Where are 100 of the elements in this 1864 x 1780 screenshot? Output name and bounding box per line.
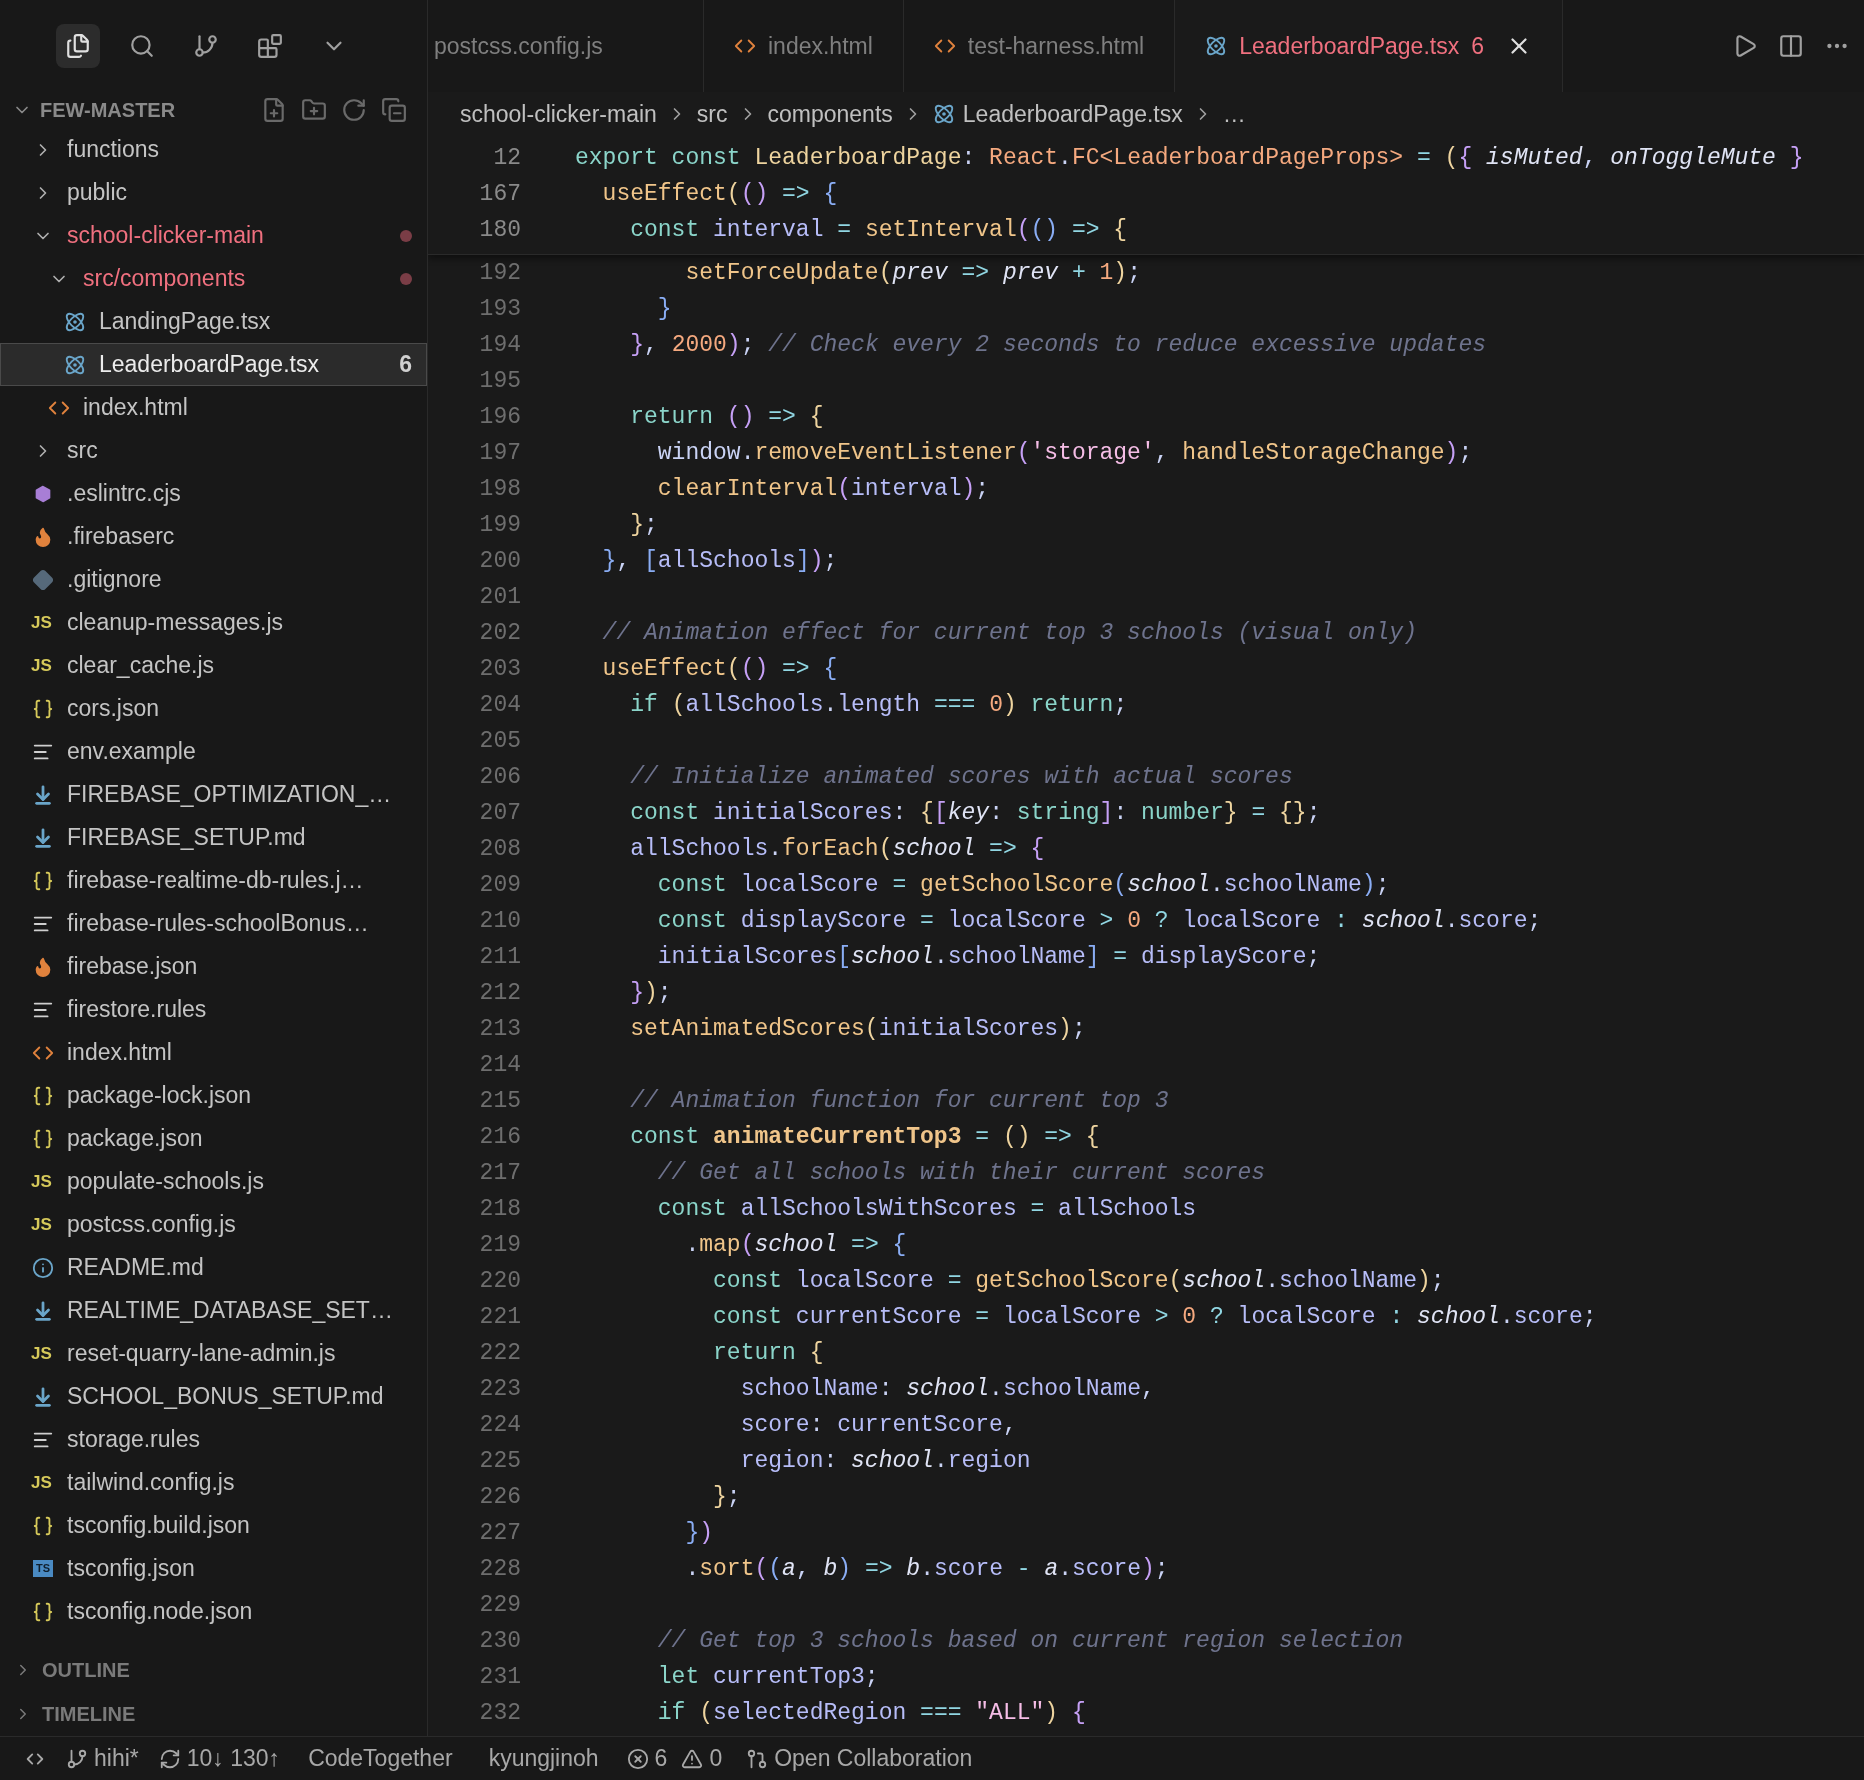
collaboration-button[interactable]: Open Collaboration (736, 1737, 983, 1780)
line-number: 195 (478, 366, 521, 396)
collapse-icon[interactable] (381, 97, 407, 123)
file-item[interactable]: tsconfig.build.json (0, 1504, 427, 1547)
file-item[interactable]: .firebaserc (0, 515, 427, 558)
panel-header[interactable]: OUTLINE (0, 1648, 427, 1692)
line-number: 214 (478, 1050, 521, 1080)
code-line: score: currentScore, (739, 1410, 1017, 1440)
new-file-icon[interactable] (261, 97, 287, 123)
folder-item[interactable]: school-clicker-main (0, 214, 427, 257)
editor-tab[interactable]: index.html (704, 0, 904, 92)
file-item[interactable]: JS populate-schools.js (0, 1160, 427, 1203)
explorer-title: FEW-MASTER (40, 98, 177, 123)
breadcrumb-item[interactable]: components (767, 96, 893, 132)
code-line: allSchools.forEach(school => { (629, 834, 1045, 864)
file-item[interactable]: SCHOOL_BONUS_SETUP.md (0, 1375, 427, 1418)
code-line: useEffect(() => { (601, 654, 838, 684)
file-item[interactable]: JS postcss.config.js (0, 1203, 427, 1246)
file-item[interactable]: FIREBASE_SETUP.md (0, 816, 427, 859)
panel-title: TIMELINE (42, 1702, 136, 1727)
folder-item[interactable]: functions (0, 128, 427, 171)
file-item[interactable]: firebase-realtime-db-rules.j… (0, 859, 427, 902)
file-item[interactable]: cors.json (0, 687, 427, 730)
breadcrumb-item[interactable]: LeaderboardPage.tsx (932, 96, 1183, 132)
status-item[interactable]: CodeTogether (290, 1737, 471, 1780)
code-line: const localScore = getSchoolScore(school.schoolName); (656, 870, 1390, 900)
line-number: 204 (478, 690, 521, 720)
file-item[interactable]: FIREBASE_OPTIMIZATION_… (0, 773, 427, 816)
arrow-down-icon (32, 1299, 54, 1322)
file-item[interactable]: package.json (0, 1117, 427, 1160)
code-line: region: school.region (739, 1446, 1031, 1476)
editor-tab[interactable]: postcss.config.js (428, 0, 704, 92)
code-comment: // Get top 3 schools based on current region selection (656, 1626, 1404, 1656)
code-line: if (allSchools.length === 0) return; (629, 690, 1128, 720)
line-number: 224 (478, 1410, 521, 1440)
file-item[interactable]: JS reset-quarry-lane-admin.js (0, 1332, 427, 1375)
line-number: 199 (478, 510, 521, 540)
file-item[interactable]: storage.rules (0, 1418, 427, 1461)
breadcrumb-item[interactable]: src (696, 96, 728, 132)
js-icon: JS (31, 1216, 55, 1233)
line-number: 193 (478, 294, 521, 324)
file-item[interactable]: TS tsconfig.json (0, 1547, 427, 1590)
code-line: setForceUpdate(prev => prev + 1); (684, 258, 1141, 288)
file-item[interactable]: firebase.json (0, 945, 427, 988)
explorer-header[interactable]: FEW-MASTER (0, 92, 427, 128)
file-item[interactable]: package-lock.json (0, 1074, 427, 1117)
folder-item[interactable]: src (0, 429, 427, 472)
braces-icon (32, 1514, 54, 1537)
branch-icon (66, 1747, 88, 1770)
code-line: const localScore = getSchoolScore(school.schoolName); (712, 1266, 1445, 1296)
split-editor-icon[interactable] (1778, 33, 1804, 59)
branch-button[interactable]: hihi* (56, 1737, 149, 1780)
status-item[interactable]: kyungjinoh (470, 1737, 617, 1780)
file-item[interactable]: index.html (0, 1031, 427, 1074)
file-item[interactable]: .eslintrc.cjs (0, 472, 427, 515)
file-item[interactable]: LandingPage.tsx (0, 300, 427, 343)
hexagon-icon (32, 482, 54, 505)
file-item[interactable]: README.md (0, 1246, 427, 1289)
refresh-icon[interactable] (341, 97, 367, 123)
breadcrumb-item[interactable]: school-clicker-main (460, 96, 657, 132)
line-number: 207 (478, 798, 521, 828)
file-item[interactable]: tsconfig.node.json (0, 1590, 427, 1633)
file-item[interactable]: LeaderboardPage.tsx 6 (0, 343, 427, 386)
sync-button[interactable]: 10↓ 130↑ (148, 1737, 291, 1780)
file-item[interactable]: firebase-rules-schoolBonus… (0, 902, 427, 945)
arrow-down-icon (32, 1385, 54, 1408)
code-line: initialScores[school.schoolName] = displayScore; (656, 942, 1321, 972)
info-icon (32, 1256, 54, 1279)
search-icon (129, 33, 155, 59)
file-item[interactable]: JS tailwind.config.js (0, 1461, 427, 1504)
pull-request-icon (746, 1747, 769, 1770)
file-item[interactable]: env.example (0, 730, 427, 773)
folder-item[interactable]: public (0, 171, 427, 214)
code-line: return { (712, 1338, 824, 1368)
line-number: 231 (478, 1662, 521, 1692)
file-item[interactable]: REALTIME_DATABASE_SET… (0, 1289, 427, 1332)
line-number: 203 (478, 654, 521, 684)
js-icon: JS (31, 614, 55, 631)
code-line: clearInterval(interval); (656, 474, 990, 504)
warning-icon (681, 1747, 704, 1770)
files-button[interactable] (56, 24, 100, 68)
file-item[interactable]: JS cleanup-messages.js (0, 601, 427, 644)
warnings-button[interactable]: 0 (677, 1737, 737, 1780)
code-line: }; (712, 1482, 741, 1512)
arrow-down-icon (32, 783, 54, 806)
new-folder-icon[interactable] (301, 97, 327, 123)
ts-icon: TS (32, 1560, 54, 1577)
file-item[interactable]: JS clear_cache.js (0, 644, 427, 687)
code-line: const displayScore = localScore > 0 ? localScore : school.score; (656, 906, 1542, 936)
line-number: 197 (478, 438, 521, 468)
tab-label: index.html (768, 31, 873, 61)
arrow-down-icon (32, 826, 54, 849)
errors-button[interactable]: 6 (616, 1737, 678, 1780)
folder-item[interactable]: src/components (0, 257, 427, 300)
line-number: 206 (478, 762, 521, 792)
file-item[interactable]: firestore.rules (0, 988, 427, 1031)
file-item[interactable]: .gitignore (0, 558, 427, 601)
panel-header[interactable]: TIMELINE (0, 1692, 427, 1736)
breadcrumb-item[interactable]: … (1222, 96, 1246, 132)
file-item[interactable]: index.html (0, 386, 427, 429)
